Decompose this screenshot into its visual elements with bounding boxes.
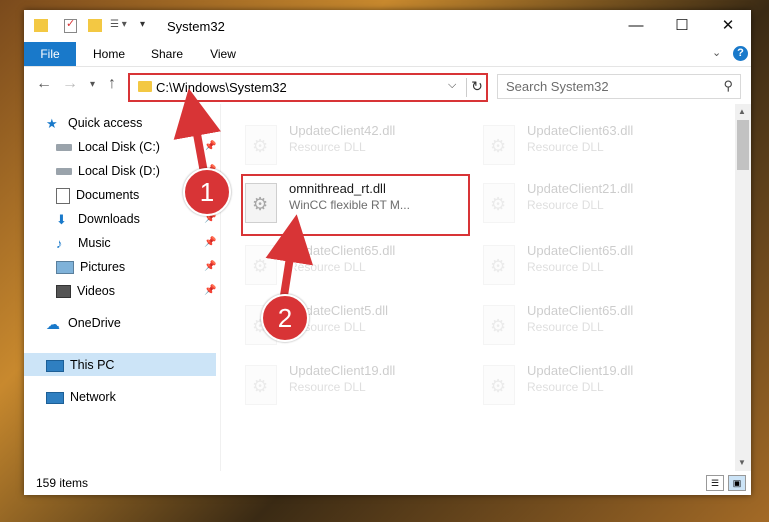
step-badge-2: 2 — [261, 294, 309, 342]
step-badge-1: 1 — [183, 168, 231, 216]
annotation-arrows — [173, 88, 314, 308]
